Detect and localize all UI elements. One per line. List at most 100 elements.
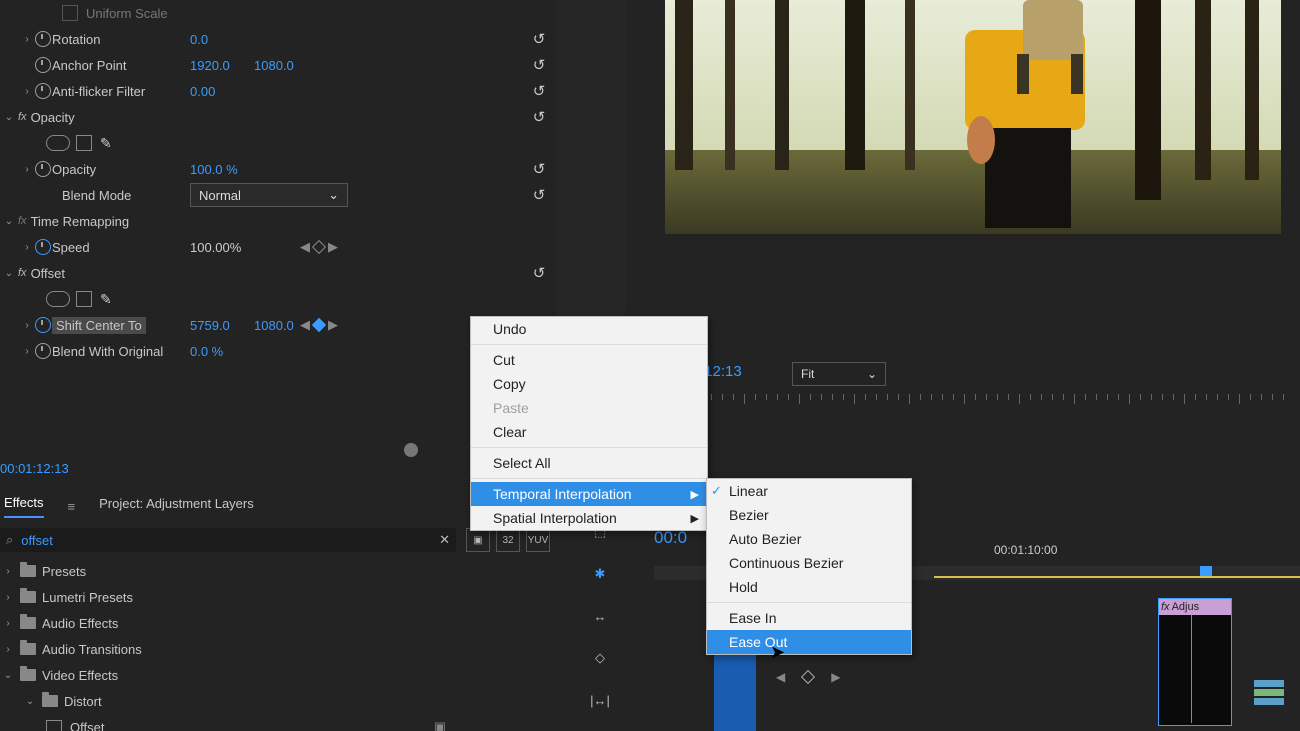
collapse-icon[interactable]: ⌄ (2, 112, 16, 123)
clip-name: Adjus (1172, 601, 1200, 613)
panel-menu-icon[interactable]: ≡ (68, 499, 76, 514)
checkbox-uniform-scale[interactable] (62, 5, 78, 21)
collapse-icon[interactable]: ⌄ (2, 216, 16, 227)
reset-icon[interactable]: ↺ (530, 264, 548, 282)
slip-tool-icon[interactable]: |↔| (588, 688, 612, 712)
menu-item-label: Select All (493, 455, 551, 471)
timeline-clip-adjustment[interactable]: fxAdjus (1158, 598, 1232, 726)
menu-item[interactable]: Clear (471, 420, 707, 444)
stopwatch-icon[interactable] (34, 239, 52, 255)
fx-badge[interactable]: fx (18, 267, 27, 279)
mask-ellipse-icon[interactable] (46, 135, 70, 151)
tab-project[interactable]: Project: Adjustment Layers (99, 496, 254, 517)
blend-mode-dropdown[interactable]: Normal ⌄ (190, 183, 348, 207)
program-monitor[interactable] (665, 0, 1281, 234)
clear-search-icon[interactable]: ✕ (439, 532, 450, 548)
anchor-x-value[interactable]: 1920.0 (190, 58, 230, 73)
tree-row[interactable]: ›Lumetri Presets (2, 584, 556, 610)
tree-label: Distort (64, 694, 102, 709)
keyframe-nav[interactable]: ◀▶ (300, 239, 338, 255)
keyframe-nav[interactable]: ◀▶ (300, 317, 338, 333)
menu-item[interactable]: Ease In (707, 606, 911, 630)
expand-icon[interactable]: › (20, 320, 34, 331)
tree-leaf[interactable]: Offset ▣ (2, 714, 446, 731)
stopwatch-icon[interactable] (34, 161, 52, 177)
blend-with-value[interactable]: 0.0 % (190, 344, 223, 359)
speed-value[interactable]: 100.00% (190, 240, 241, 255)
menu-item[interactable]: Hold (707, 575, 911, 599)
expand-icon[interactable]: › (20, 164, 34, 175)
stopwatch-icon[interactable] (34, 317, 52, 333)
reset-icon[interactable]: ↺ (530, 186, 548, 204)
tree-row[interactable]: ›Audio Transitions (2, 636, 556, 662)
folder-icon (20, 565, 36, 577)
blend-mode-label: Blend Mode (62, 188, 131, 203)
reset-icon[interactable]: ↺ (530, 30, 548, 48)
tree-row[interactable]: ⌄Distort (2, 688, 556, 714)
fx-badge-filter-icon[interactable]: ▣ (466, 528, 490, 552)
menu-item[interactable]: Undo (471, 317, 707, 341)
tab-effects[interactable]: Effects (4, 495, 44, 518)
fx-badge[interactable]: fx (18, 215, 27, 227)
stopwatch-icon[interactable] (34, 31, 52, 47)
anchor-y-value[interactable]: 1080.0 (254, 58, 294, 73)
yuv-filter-icon[interactable]: YUV (526, 528, 550, 552)
program-ruler[interactable] (634, 394, 1298, 410)
antiflicker-value[interactable]: 0.00 (190, 84, 215, 99)
tree-row[interactable]: ⌄Video Effects (2, 662, 556, 688)
tree-row[interactable]: ›Presets (2, 558, 556, 584)
reset-icon[interactable]: ↺ (530, 160, 548, 178)
collapse-icon[interactable]: ⌄ (2, 268, 16, 279)
pen-icon[interactable]: ✎ (100, 291, 112, 308)
track-select-icon[interactable]: ↔ (588, 604, 612, 628)
menu-item[interactable]: Auto Bezier (707, 527, 911, 551)
menu-item[interactable]: ✓Linear (707, 479, 911, 503)
preview-image (665, 0, 1281, 234)
menu-item[interactable]: Spatial Interpolation▶ (471, 506, 707, 530)
menu-item[interactable]: Cut (471, 348, 707, 372)
menu-item-label: Ease Out (729, 634, 787, 650)
timeline-keyframe-nav[interactable]: ◀▶ (776, 670, 840, 684)
expand-icon[interactable]: › (20, 242, 34, 253)
menu-item[interactable]: Continuous Bezier (707, 551, 911, 575)
scroll-knob[interactable] (404, 443, 418, 457)
zoom-value: Fit (801, 367, 814, 381)
mask-ellipse-icon[interactable] (46, 291, 70, 307)
tree-label: Presets (42, 564, 86, 579)
zoom-dropdown[interactable]: Fit⌄ (792, 362, 886, 386)
menu-item[interactable]: Temporal Interpolation▶ (471, 482, 707, 506)
search-input[interactable] (19, 532, 433, 549)
menu-item[interactable]: Copy (471, 372, 707, 396)
stopwatch-icon[interactable] (34, 57, 52, 73)
tree-row[interactable]: ›Audio Effects (2, 610, 556, 636)
pen-icon[interactable]: ✎ (100, 135, 112, 152)
timeline-workarea[interactable] (934, 576, 1300, 578)
track-display-icon[interactable] (1252, 678, 1286, 708)
mask-rect-icon[interactable] (76, 135, 92, 151)
rotation-value[interactable]: 0.0 (190, 32, 208, 47)
snap-icon[interactable]: ✱ (588, 562, 612, 586)
stopwatch-icon[interactable] (34, 83, 52, 99)
menu-item-label: Hold (729, 579, 758, 595)
reset-icon[interactable]: ↺ (530, 56, 548, 74)
menu-item[interactable]: Bezier (707, 503, 911, 527)
stopwatch-icon[interactable] (34, 343, 52, 359)
razor-tool-icon[interactable]: ◇ (588, 646, 612, 670)
submenu-temporal-interpolation: ✓LinearBezierAuto BezierContinuous Bezie… (706, 478, 912, 655)
shift-y-value[interactable]: 1080.0 (254, 318, 294, 333)
search-box[interactable]: ⌕ ✕ (0, 528, 456, 552)
expand-icon[interactable]: › (20, 346, 34, 357)
menu-item[interactable]: Ease Out (707, 630, 911, 654)
expand-icon[interactable]: › (20, 34, 34, 45)
fx-badge[interactable]: fx (18, 111, 27, 123)
menu-item[interactable]: Select All (471, 451, 707, 475)
shift-x-value[interactable]: 5759.0 (190, 318, 230, 333)
mask-rect-icon[interactable] (76, 291, 92, 307)
expand-icon[interactable]: › (20, 86, 34, 97)
timeline-timecode[interactable]: 00:0 (654, 528, 687, 548)
opacity-value[interactable]: 100.0 % (190, 162, 238, 177)
reset-icon[interactable]: ↺ (530, 82, 548, 100)
32bit-filter-icon[interactable]: 32 (496, 528, 520, 552)
reset-icon[interactable]: ↺ (530, 108, 548, 126)
timecode-display[interactable]: 00:01:12:13 (0, 461, 69, 476)
